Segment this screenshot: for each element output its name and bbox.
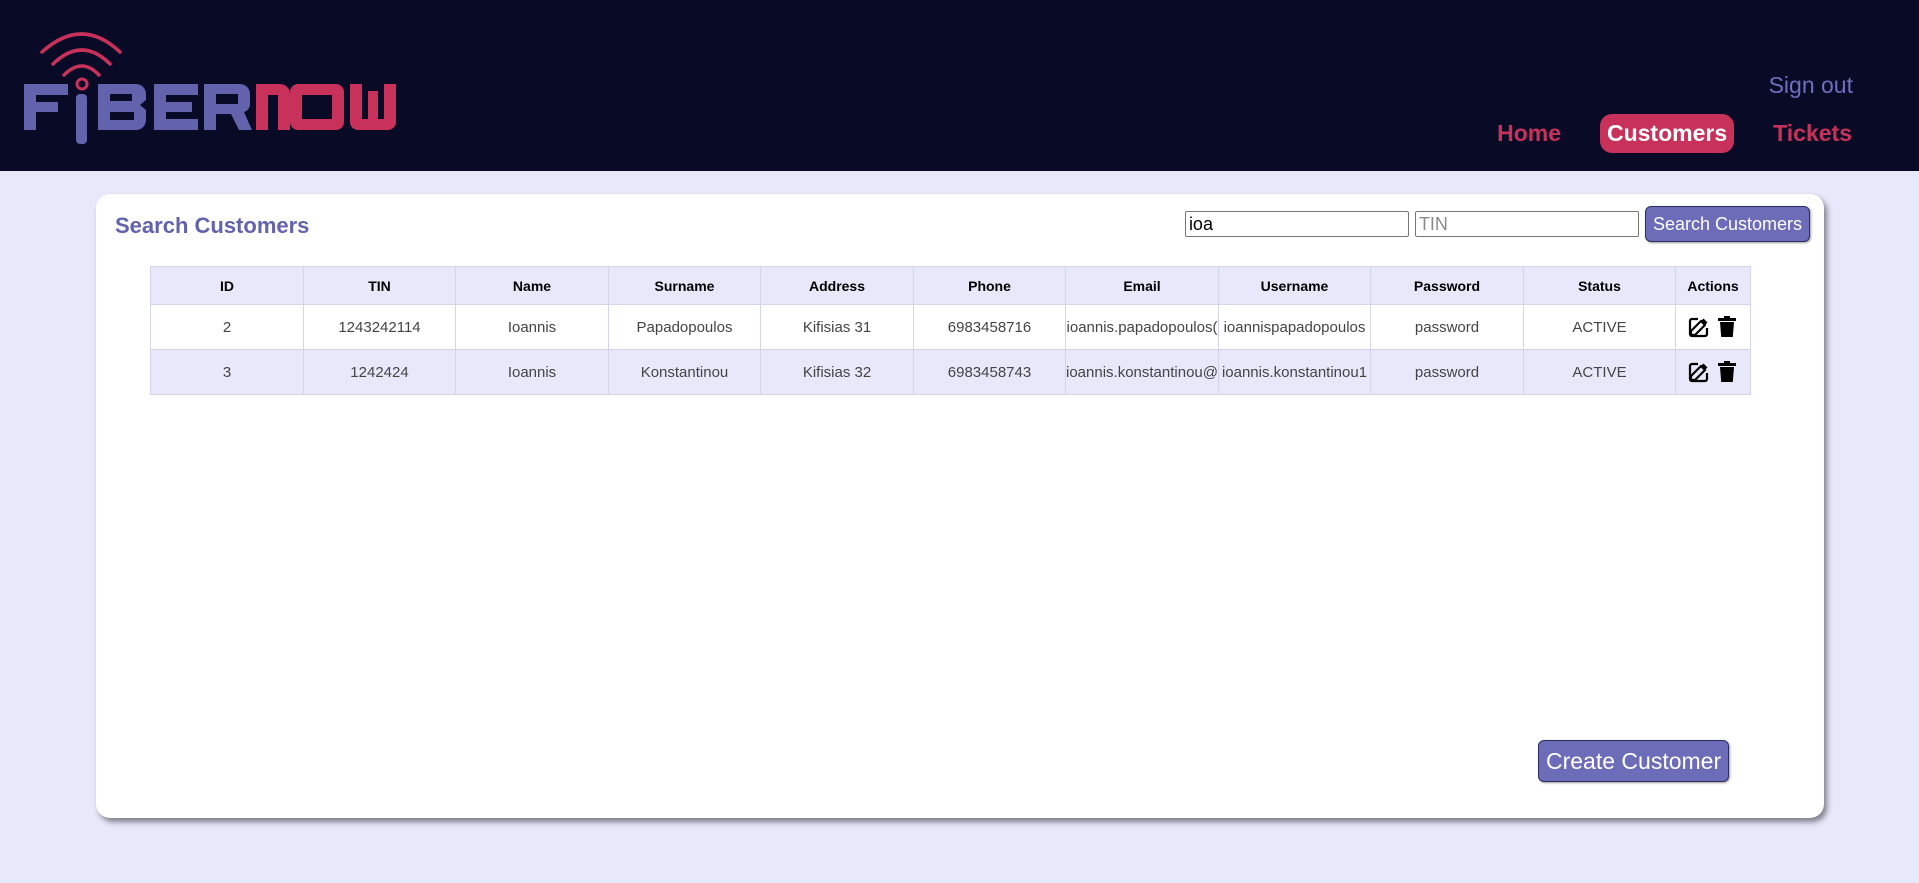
- tin-search-input[interactable]: [1414, 211, 1639, 237]
- column-header-name: Name: [455, 266, 609, 305]
- cell-email: ioannis.konstantinou@: [1065, 349, 1219, 395]
- search-customers-button[interactable]: Search Customers: [1644, 206, 1810, 242]
- cell-username: ioannis.konstantinou1: [1218, 349, 1371, 395]
- cell-id: 2: [150, 304, 304, 350]
- table-row: 3 1242424 Ioannis Konstantinou Kifisias …: [150, 349, 1751, 395]
- column-header-email: Email: [1065, 266, 1219, 305]
- cell-username: ioannispapadopoulos: [1218, 304, 1371, 350]
- table-header-row: ID TIN Name Surname Address Phone Email …: [150, 266, 1751, 305]
- cell-password: password: [1370, 349, 1524, 395]
- column-header-surname: Surname: [608, 266, 761, 305]
- cell-tin: 1242424: [303, 349, 456, 395]
- logo-graphic: [24, 32, 396, 144]
- column-header-id: ID: [150, 266, 304, 305]
- search-customers-card: Search Customers Search Customers ID TIN…: [96, 194, 1824, 818]
- cell-address: Kifisias 32: [760, 349, 914, 395]
- cell-phone: 6983458716: [913, 304, 1066, 350]
- name-search-input[interactable]: [1184, 211, 1409, 237]
- column-header-address: Address: [760, 266, 914, 305]
- cell-status: ACTIVE: [1523, 349, 1676, 395]
- trash-icon[interactable]: [1715, 315, 1739, 339]
- customers-table: ID TIN Name Surname Address Phone Email …: [150, 266, 1751, 395]
- column-header-username: Username: [1218, 266, 1371, 305]
- main-nav: Home Customers Tickets: [1458, 114, 1859, 153]
- column-header-phone: Phone: [913, 266, 1066, 305]
- table-row: 2 1243242114 Ioannis Papadopoulos Kifisi…: [150, 304, 1751, 350]
- search-bar: Search Customers: [1184, 206, 1810, 242]
- nav-home[interactable]: Home: [1490, 114, 1568, 153]
- sign-out-link[interactable]: Sign out: [1769, 72, 1853, 99]
- cell-password: password: [1370, 304, 1524, 350]
- cell-email: ioannis.papadopoulos(: [1065, 304, 1219, 350]
- cell-tin: 1243242114: [303, 304, 456, 350]
- fibernow-logo[interactable]: [22, 22, 402, 147]
- column-header-actions: Actions: [1675, 266, 1751, 305]
- column-header-status: Status: [1523, 266, 1676, 305]
- cell-address: Kifisias 31: [760, 304, 914, 350]
- page-title: Search Customers: [115, 213, 310, 238]
- cell-phone: 6983458743: [913, 349, 1066, 395]
- cell-id: 3: [150, 349, 304, 395]
- nav-customers[interactable]: Customers: [1599, 114, 1735, 153]
- column-header-tin: TIN: [303, 266, 456, 305]
- edit-icon[interactable]: [1687, 360, 1711, 384]
- cell-actions: [1675, 349, 1751, 395]
- nav-tickets[interactable]: Tickets: [1766, 114, 1859, 153]
- cell-surname: Papadopoulos: [608, 304, 761, 350]
- cell-name: Ioannis: [455, 349, 609, 395]
- column-header-password: Password: [1370, 266, 1524, 305]
- edit-icon[interactable]: [1687, 315, 1711, 339]
- trash-icon[interactable]: [1715, 360, 1739, 384]
- app-header: Sign out Home Customers Tickets: [0, 0, 1919, 171]
- cell-status: ACTIVE: [1523, 304, 1676, 350]
- cell-surname: Konstantinou: [608, 349, 761, 395]
- cell-actions: [1675, 304, 1751, 350]
- cell-name: Ioannis: [455, 304, 609, 350]
- create-customer-button[interactable]: Create Customer: [1538, 740, 1730, 782]
